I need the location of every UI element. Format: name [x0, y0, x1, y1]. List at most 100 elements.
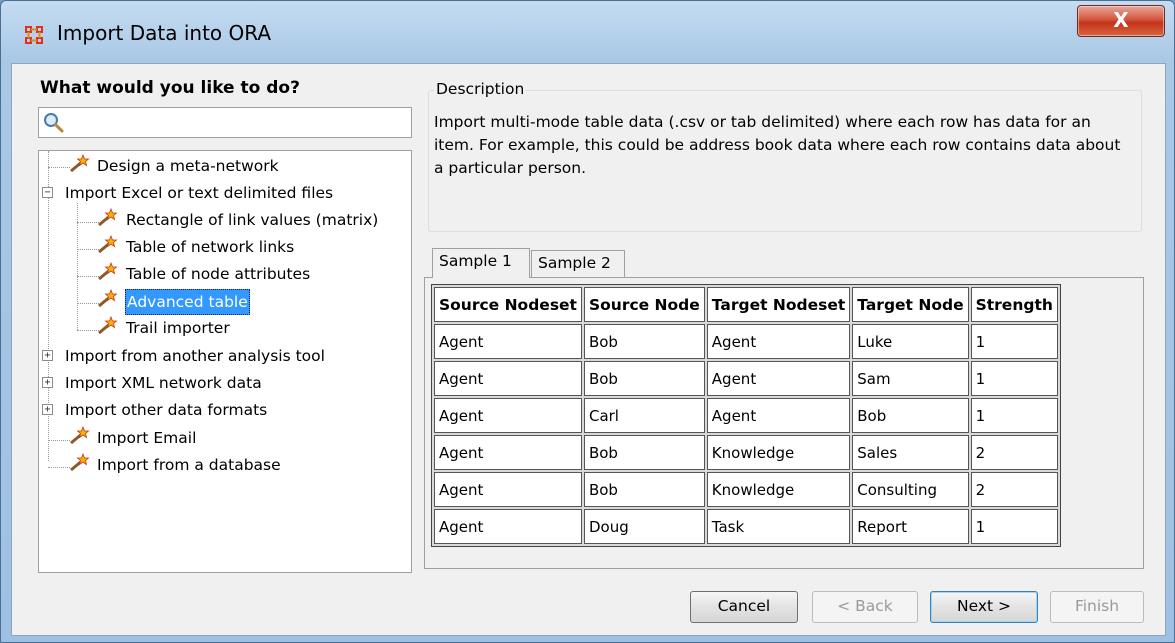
tree-item-label: Import from a database [97, 456, 281, 474]
collapse-icon[interactable]: − [42, 187, 53, 198]
search-icon [44, 113, 64, 133]
window-title: Import Data into ORA [57, 21, 272, 45]
back-button[interactable]: < Back [812, 591, 918, 623]
expand-icon[interactable]: + [42, 350, 53, 361]
tree-item-label: Table of network links [126, 238, 295, 256]
table-cell: Agent [706, 361, 851, 396]
close-button[interactable]: X [1077, 5, 1165, 37]
magic-wand-icon [70, 153, 90, 173]
table-cell: Bob [583, 435, 705, 470]
description-legend: Description [434, 80, 527, 98]
table-header-row: Source Nodeset Source Node Target Nodese… [434, 287, 1058, 322]
tree-item-label: Design a meta-network [97, 157, 279, 175]
tree-item-label: Import Excel or text delimited files [65, 184, 334, 202]
task-heading: What would you like to do? [40, 78, 300, 98]
column-header: Strength [970, 287, 1058, 322]
tree-item-label: Import XML network data [65, 374, 262, 392]
column-header: Target Node [852, 287, 969, 322]
column-header: Source Node [583, 287, 705, 322]
table-cell: 1 [970, 324, 1058, 359]
table-row: Agent Doug Task Report 1 [434, 509, 1058, 544]
magic-wand-icon [70, 452, 90, 472]
table-row: Agent Bob Knowledge Consulting 2 [434, 472, 1058, 507]
tree-item-label: Advanced table [125, 289, 250, 315]
table-row: Agent Bob Agent Sam 1 [434, 361, 1058, 396]
table-cell: Agent [706, 324, 851, 359]
tree-item-trail-importer[interactable]: Trail importer [39, 315, 409, 341]
table-row: Agent Bob Agent Luke 1 [434, 324, 1058, 359]
table-cell: Report [852, 509, 969, 544]
tab-sample-2[interactable]: Sample 2 [531, 250, 625, 278]
tree-item-import-excel[interactable]: − Import Excel or text delimited files [39, 180, 409, 206]
magic-wand-icon [98, 234, 118, 254]
table-cell: Sam [852, 361, 969, 396]
search-input[interactable] [67, 110, 407, 135]
table-row: Agent Bob Knowledge Sales 2 [434, 435, 1058, 470]
table-row: Agent Carl Agent Bob 1 [434, 398, 1058, 433]
table-cell: Agent [434, 472, 582, 507]
search-box[interactable] [38, 107, 412, 138]
table-cell: 1 [970, 361, 1058, 396]
tree-item-another-analysis-tool[interactable]: + Import from another analysis tool [39, 343, 409, 369]
sample-table: Source Nodeset Source Node Target Nodese… [431, 284, 1061, 547]
table-cell: Agent [434, 435, 582, 470]
table-cell: Agent [434, 509, 582, 544]
table-cell: Bob [852, 398, 969, 433]
table-cell: Bob [583, 361, 705, 396]
column-header: Target Nodeset [706, 287, 851, 322]
tree-item-network-links[interactable]: Table of network links [39, 234, 409, 260]
tree-item-import-email[interactable]: Import Email [39, 425, 409, 451]
table-cell: Agent [434, 361, 582, 396]
table-cell: Agent [434, 398, 582, 433]
column-header: Source Nodeset [434, 287, 582, 322]
table-cell: Doug [583, 509, 705, 544]
title-bar[interactable]: Import Data into ORA X [1, 1, 1174, 63]
import-options-tree[interactable]: Design a meta-network − Import Excel or … [38, 150, 412, 573]
tree-item-label: Table of node attributes [126, 265, 311, 283]
tab-label: Sample 2 [538, 254, 611, 272]
table-cell: Task [706, 509, 851, 544]
table-cell: Carl [583, 398, 705, 433]
table-cell: Bob [583, 324, 705, 359]
cancel-button[interactable]: Cancel [690, 591, 798, 623]
tree-item-node-attributes[interactable]: Table of node attributes [39, 261, 409, 287]
tree-item-label: Trail importer [126, 319, 230, 337]
table-cell: 1 [970, 398, 1058, 433]
table-cell: Sales [852, 435, 969, 470]
magic-wand-icon [98, 288, 118, 308]
description-text: Import multi-mode table data (.csv or ta… [434, 113, 1121, 177]
dialog-content: What would you like to do? Design a meta… [11, 63, 1166, 636]
tree-item-import-database[interactable]: Import from a database [39, 452, 409, 478]
import-dialog-window: Import Data into ORA X What would you li… [0, 0, 1175, 643]
tree-item-advanced-table[interactable]: Advanced table [39, 288, 409, 315]
magic-wand-icon [98, 261, 118, 281]
expand-icon[interactable]: + [42, 404, 53, 415]
tab-sample-1[interactable]: Sample 1 [432, 248, 530, 278]
table-cell: Knowledge [706, 472, 851, 507]
next-button[interactable]: Next > [930, 591, 1038, 623]
tree-item-rectangle-matrix[interactable]: Rectangle of link values (matrix) [39, 207, 409, 233]
finish-button[interactable]: Finish [1050, 591, 1144, 623]
expand-icon[interactable]: + [42, 377, 53, 388]
magic-wand-icon [98, 207, 118, 227]
sample-tab-panel: Source Nodeset Source Node Target Nodese… [424, 277, 1144, 569]
table-cell: Knowledge [706, 435, 851, 470]
magic-wand-icon [98, 315, 118, 335]
tree-item-design-meta-network[interactable]: Design a meta-network [39, 153, 409, 179]
cancel-button-label: Cancel [717, 597, 771, 615]
tab-label: Sample 1 [439, 252, 512, 270]
table-cell: Luke [852, 324, 969, 359]
back-button-label: < Back [837, 597, 893, 615]
tree-item-label: Import Email [97, 429, 197, 447]
table-cell: Agent [706, 398, 851, 433]
table-cell: 2 [970, 435, 1058, 470]
table-cell: Consulting [852, 472, 969, 507]
table-cell: 1 [970, 509, 1058, 544]
tree-item-label: Rectangle of link values (matrix) [126, 211, 379, 229]
network-grid-icon [25, 26, 43, 44]
table-cell: Agent [434, 324, 582, 359]
tree-item-xml-network-data[interactable]: + Import XML network data [39, 370, 409, 396]
finish-button-label: Finish [1074, 597, 1120, 615]
table-cell: Bob [583, 472, 705, 507]
tree-item-other-data-formats[interactable]: + Import other data formats [39, 397, 409, 423]
